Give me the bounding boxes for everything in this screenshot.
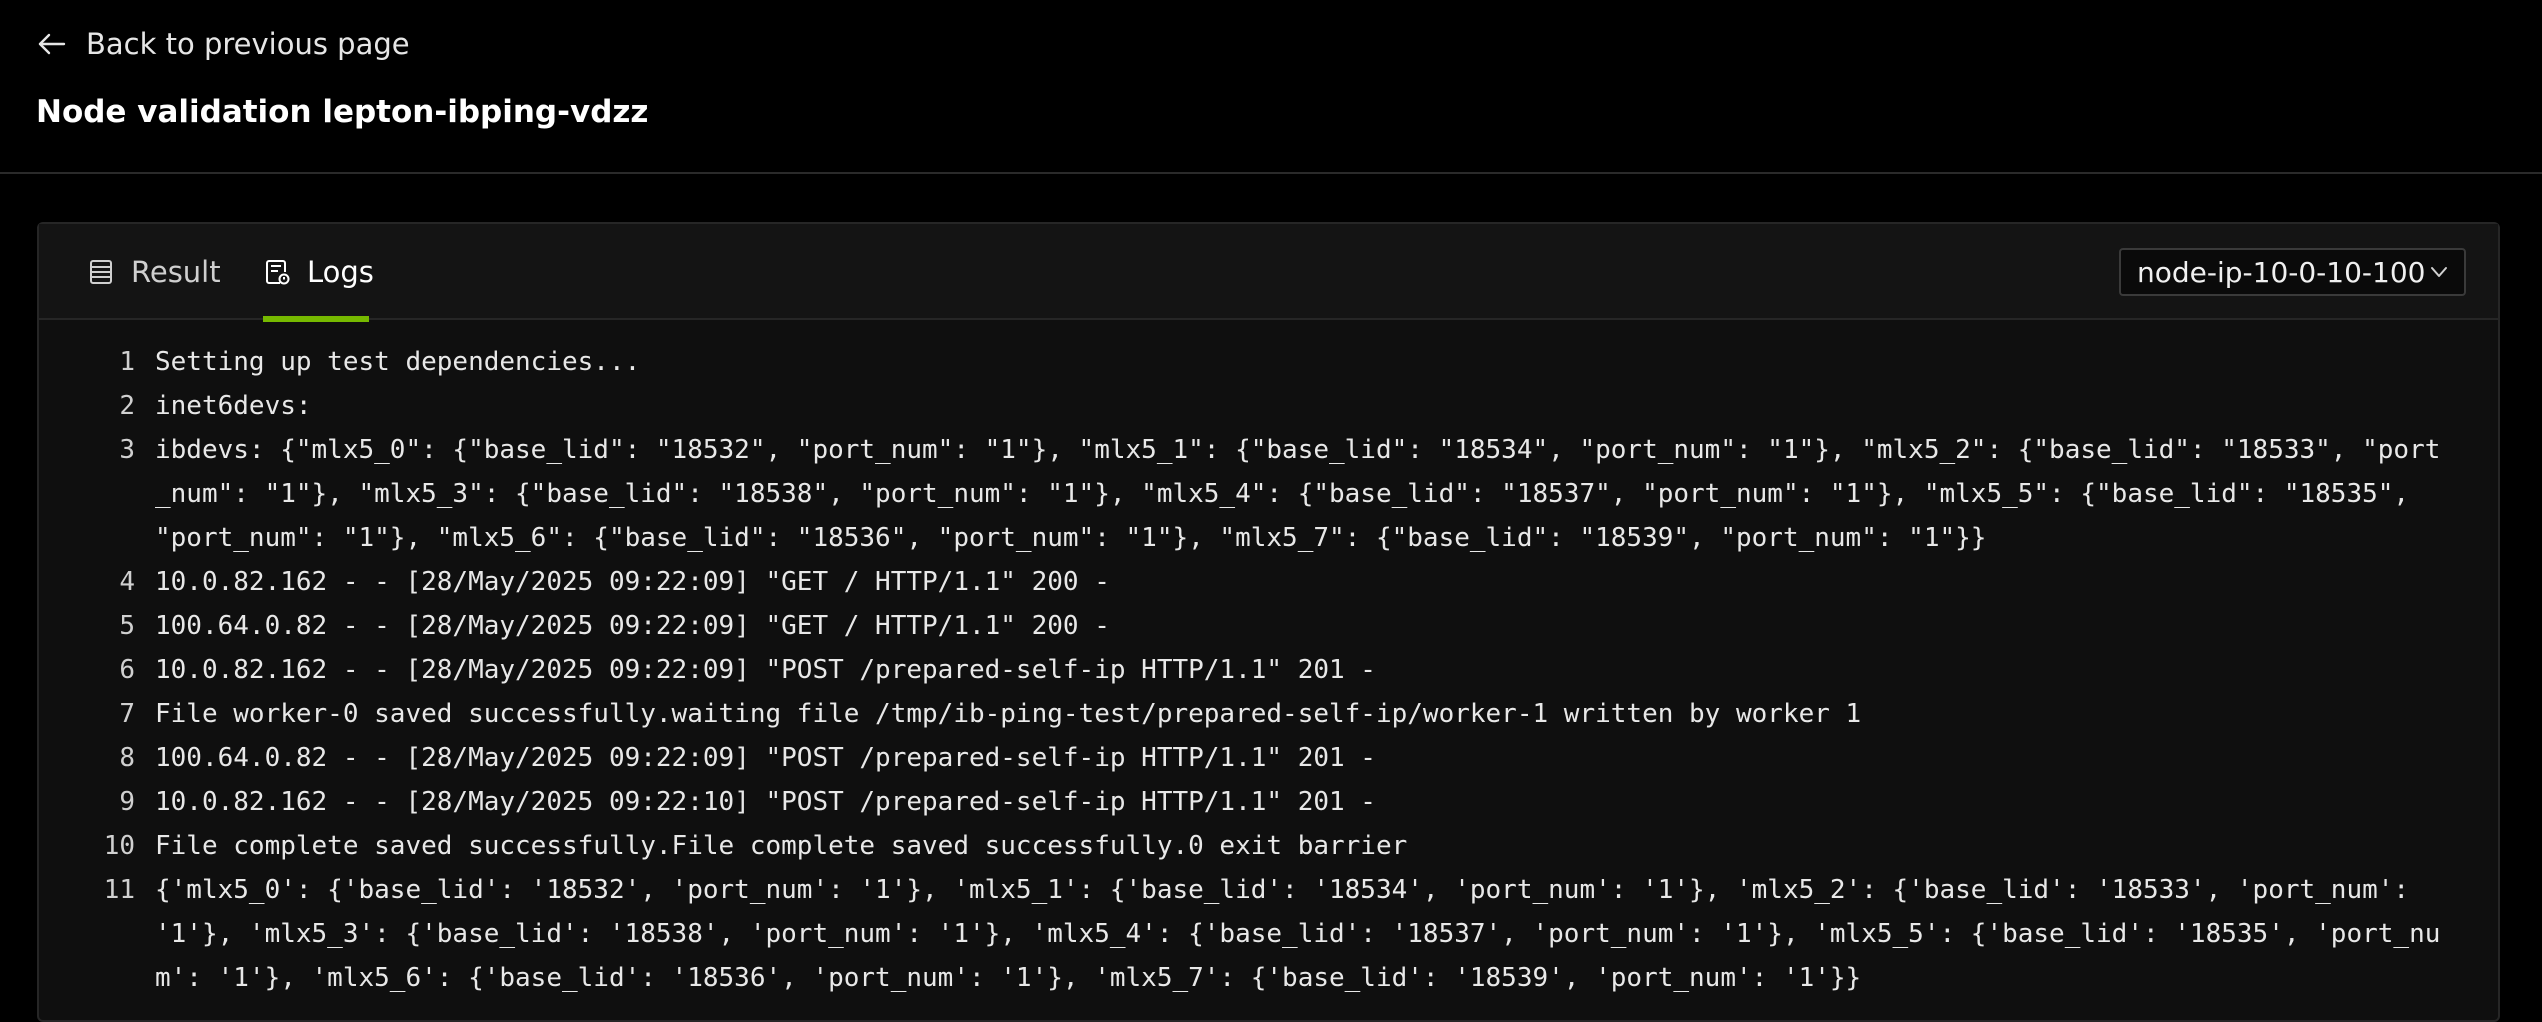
log-line-number: 9: [119, 787, 135, 817]
log-line-text: Setting up test dependencies...: [155, 347, 641, 377]
logs-panel: Result Logs node-ip-10-0-10-100 1 Setting…: [37, 222, 2500, 1022]
node-select[interactable]: node-ip-10-0-10-100: [2119, 248, 2466, 296]
log-line-number: 2: [119, 391, 135, 421]
arrow-left-icon: [38, 33, 66, 55]
tab-result[interactable]: Result: [87, 224, 221, 320]
log-output: 1 Setting up test dependencies... 2 inet6de…: [39, 322, 2498, 1000]
log-line-number: 7: [119, 699, 135, 729]
log-line-text: inet6devs:: [155, 391, 312, 421]
log-line-text: 10.0.82.162 - - [28/May/2025 09:22:09] "…: [155, 567, 1110, 597]
back-link-label: Back to previous page: [86, 27, 410, 61]
log-line-number: 8: [119, 743, 135, 773]
log-line: 5 100.64.0.82 - - [28/May/2025 09:22:09] …: [39, 604, 2498, 648]
log-line-number: 10: [103, 831, 135, 861]
log-line: 1 Setting up test dependencies...: [39, 340, 2498, 384]
tab-logs-label: Logs: [307, 255, 374, 289]
node-select-value: node-ip-10-0-10-100: [2137, 255, 2426, 289]
header-divider: [0, 172, 2542, 174]
tabs-bar: Result Logs node-ip-10-0-10-100: [39, 224, 2498, 322]
chevron-down-icon: [2431, 267, 2447, 277]
log-line-number: 1: [119, 347, 135, 377]
tab-result-label: Result: [131, 255, 221, 289]
log-line-number: 11: [103, 875, 135, 905]
log-line-text: File worker-0 saved successfully.waiting…: [155, 699, 1862, 729]
log-line: 10 File complete saved successfully.File …: [39, 824, 2498, 868]
log-line: 4 10.0.82.162 - - [28/May/2025 09:22:09] …: [39, 560, 2498, 604]
log-line: 3 ibdevs: {"mlx5_0": {"base_lid": "18532"…: [39, 428, 2498, 560]
log-file-icon: [266, 260, 290, 285]
log-line: 7 File worker-0 saved successfully.waitin…: [39, 692, 2498, 736]
log-line-number: 4: [119, 567, 135, 597]
log-line-text: ibdevs: {"mlx5_0": {"base_lid": "18532",…: [155, 435, 2441, 553]
log-line-text: 10.0.82.162 - - [28/May/2025 09:22:09] "…: [155, 655, 1376, 685]
log-line-text: File complete saved successfully.File co…: [155, 831, 1408, 861]
log-line-text: {'mlx5_0': {'base_lid': '18532', 'port_n…: [155, 875, 2441, 993]
log-line-number: 6: [119, 655, 135, 685]
log-line-number: 5: [119, 611, 135, 641]
log-line: 11 {'mlx5_0': {'base_lid': '18532', 'port…: [39, 868, 2498, 1000]
log-line-text: 100.64.0.82 - - [28/May/2025 09:22:09] "…: [155, 611, 1110, 641]
log-line: 2 inet6devs:: [39, 384, 2498, 428]
log-line-number: 3: [119, 435, 135, 465]
back-link[interactable]: Back to previous page: [36, 24, 410, 64]
page-title: Node validation lepton-ibping-vdzz: [36, 94, 649, 130]
log-line: 8 100.64.0.82 - - [28/May/2025 09:22:09] …: [39, 736, 2498, 780]
list-icon: [90, 260, 112, 284]
log-line: 6 10.0.82.162 - - [28/May/2025 09:22:09] …: [39, 648, 2498, 692]
log-line: 9 10.0.82.162 - - [28/May/2025 09:22:10] …: [39, 780, 2498, 824]
log-line-text: 100.64.0.82 - - [28/May/2025 09:22:09] "…: [155, 743, 1376, 773]
log-line-text: 10.0.82.162 - - [28/May/2025 09:22:10] "…: [155, 787, 1376, 817]
tab-logs[interactable]: Logs: [263, 224, 374, 322]
